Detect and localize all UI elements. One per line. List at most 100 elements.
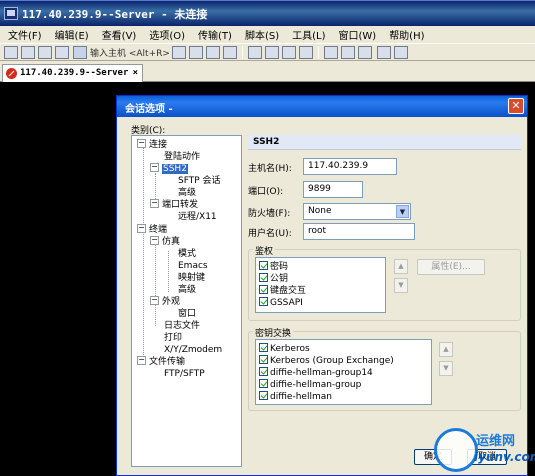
disconnect-icon[interactable] [172,46,186,59]
menu-tools[interactable]: 工具(L) [292,27,325,42]
port-label: 端口(O): [248,187,284,197]
auth-move-up-button[interactable]: ▲ [394,259,408,274]
checkbox-checked-icon[interactable] [259,297,268,306]
menu-transfer[interactable]: 传输(T) [198,27,232,42]
tree-item-ssh2-advanced[interactable]: 高级 [178,187,196,199]
find-icon[interactable] [223,46,237,59]
session-tab-label: 117.40.239.9--Server [20,68,129,78]
auth-item-keyboard-interactive[interactable]: 键盘交互 [259,284,306,296]
checkbox-checked-icon[interactable] [259,379,268,388]
collapse-icon[interactable]: − [150,199,159,208]
help-icon[interactable] [377,46,391,59]
auth-properties-button[interactable]: 属性(E)... [417,259,485,275]
tree-item-remote-x11[interactable]: 远程/X11 [178,211,217,223]
tree-item-port-forwarding[interactable]: − 端口转发 [150,199,198,211]
quick-connect-icon[interactable] [21,46,35,59]
auth-move-down-button[interactable]: ▼ [394,278,408,293]
tree-item-logon-actions[interactable]: 登陆动作 [164,151,200,163]
kex-move-up-button[interactable]: ▲ [439,342,453,357]
tree-item-ftp-sftp[interactable]: FTP/SFTP [164,368,205,380]
session-options-dialog: 会话选项 - ✕ 类别(C): − 连接 登陆动作 − SSH2 SFTP 会话 高… [116,95,528,476]
print-icon[interactable] [248,46,262,59]
menu-window[interactable]: 窗口(W) [338,27,376,42]
auth-item-gssapi[interactable]: GSSAPI [259,296,303,308]
tree-item-printing[interactable]: 打印 [164,332,182,344]
toolbar-separator [318,46,319,59]
tree-item-emulation-advanced[interactable]: 高级 [178,284,196,296]
checkbox-checked-icon[interactable] [259,343,268,352]
menu-edit[interactable]: 编辑(E) [55,27,89,42]
tree-item-file-transfer[interactable]: − 文件传输 [137,356,185,368]
watermark-bottom-text: iyunv.com [474,450,535,464]
dialog-title: 会话选项 - [117,96,527,117]
kex-item-kerberos-group-exchange[interactable]: Kerberos (Group Exchange) [259,354,394,366]
keymap-icon[interactable] [358,46,372,59]
settings-icon[interactable] [299,46,313,59]
sftp-icon[interactable] [282,46,296,59]
tree-item-appearance[interactable]: − 外观 [150,296,180,308]
collapse-icon[interactable]: − [150,296,159,305]
checkbox-checked-icon[interactable] [259,391,268,400]
kex-item-dh-group14[interactable]: diffie-hellman-group14 [259,366,373,378]
checkbox-checked-icon[interactable] [259,367,268,376]
reconnect-icon[interactable] [55,46,69,59]
paste-icon[interactable] [206,46,220,59]
collapse-icon[interactable]: − [150,163,159,172]
firewall-select[interactable]: None ▼ [303,203,411,220]
checkbox-checked-icon[interactable] [259,355,268,364]
watermark-circle-icon [434,428,478,472]
menu-options[interactable]: 选项(O) [149,27,185,42]
session-options-icon[interactable] [324,46,338,59]
menu-view[interactable]: 查看(V) [102,27,137,42]
port-input[interactable]: 9899 [303,181,363,198]
collapse-icon[interactable]: − [137,224,146,233]
tree-item-sftp-session[interactable]: SFTP 会话 [178,175,221,187]
copy-icon[interactable] [189,46,203,59]
tree-item-emulation[interactable]: − 仿真 [150,236,180,248]
connect-in-tab-icon[interactable] [38,46,52,59]
checkbox-checked-icon[interactable] [259,285,268,294]
firewall-label: 防火墙(F): [248,209,291,219]
menu-file[interactable]: 文件(F) [8,27,42,42]
print-screen-icon[interactable] [265,46,279,59]
kex-item-kerberos[interactable]: Kerberos [259,342,310,354]
tree-item-emacs[interactable]: Emacs [178,260,208,272]
connect-icon[interactable] [4,46,18,59]
disconnected-icon [6,68,17,79]
close-tab-icon[interactable]: × [133,68,138,78]
kex-group-label: 密钥交换 [253,326,294,339]
tree-item-ssh2[interactable]: − SSH2 [150,163,188,175]
collapse-icon[interactable]: − [150,236,159,245]
chevron-down-icon[interactable]: ▼ [396,205,409,218]
tree-item-modes[interactable]: 模式 [178,248,196,260]
auth-item-password[interactable]: 密码 [259,260,288,272]
checkbox-checked-icon[interactable] [259,261,268,270]
auth-list: 密码 公钥 键盘交互 GSSAPI [255,257,386,313]
collapse-icon[interactable]: − [137,139,146,148]
tree-item-mapped-keys[interactable]: 映射键 [178,272,205,284]
kex-list: Kerberos Kerberos (Group Exchange) diffi… [255,339,432,405]
session-tab[interactable]: 117.40.239.9--Server × [2,64,143,82]
username-input[interactable]: root [303,223,415,240]
app-icon [4,7,18,20]
hostname-input[interactable]: 117.40.239.9 [303,158,397,175]
auth-group-label: 鉴权 [253,244,276,257]
tree-item-log-file[interactable]: 日志文件 [164,320,200,332]
menu-help[interactable]: 帮助(H) [389,27,424,42]
watermark-top-text: 运维网 [476,434,516,449]
collapse-icon[interactable]: − [137,356,146,365]
hostname-label: 主机名(H): [248,164,292,174]
kex-item-dh[interactable]: diffie-hellman [259,390,332,402]
kex-move-down-button[interactable]: ▼ [439,361,453,376]
checkbox-checked-icon[interactable] [259,273,268,282]
quick-connect-field[interactable]: 输入主机 <Alt+R> [73,46,170,59]
auth-item-publickey[interactable]: 公钥 [259,272,288,284]
about-icon[interactable] [394,46,408,59]
tree-item-connection[interactable]: − 连接 [137,139,167,151]
kex-item-dh-group[interactable]: diffie-hellman-group [259,378,361,390]
dialog-close-button[interactable]: ✕ [508,98,524,114]
tree-item-xyzmodem[interactable]: X/Y/Zmodem [164,344,222,356]
menu-script[interactable]: 脚本(S) [245,27,279,42]
global-options-icon[interactable] [341,46,355,59]
tree-item-window[interactable]: 窗口 [178,308,196,320]
